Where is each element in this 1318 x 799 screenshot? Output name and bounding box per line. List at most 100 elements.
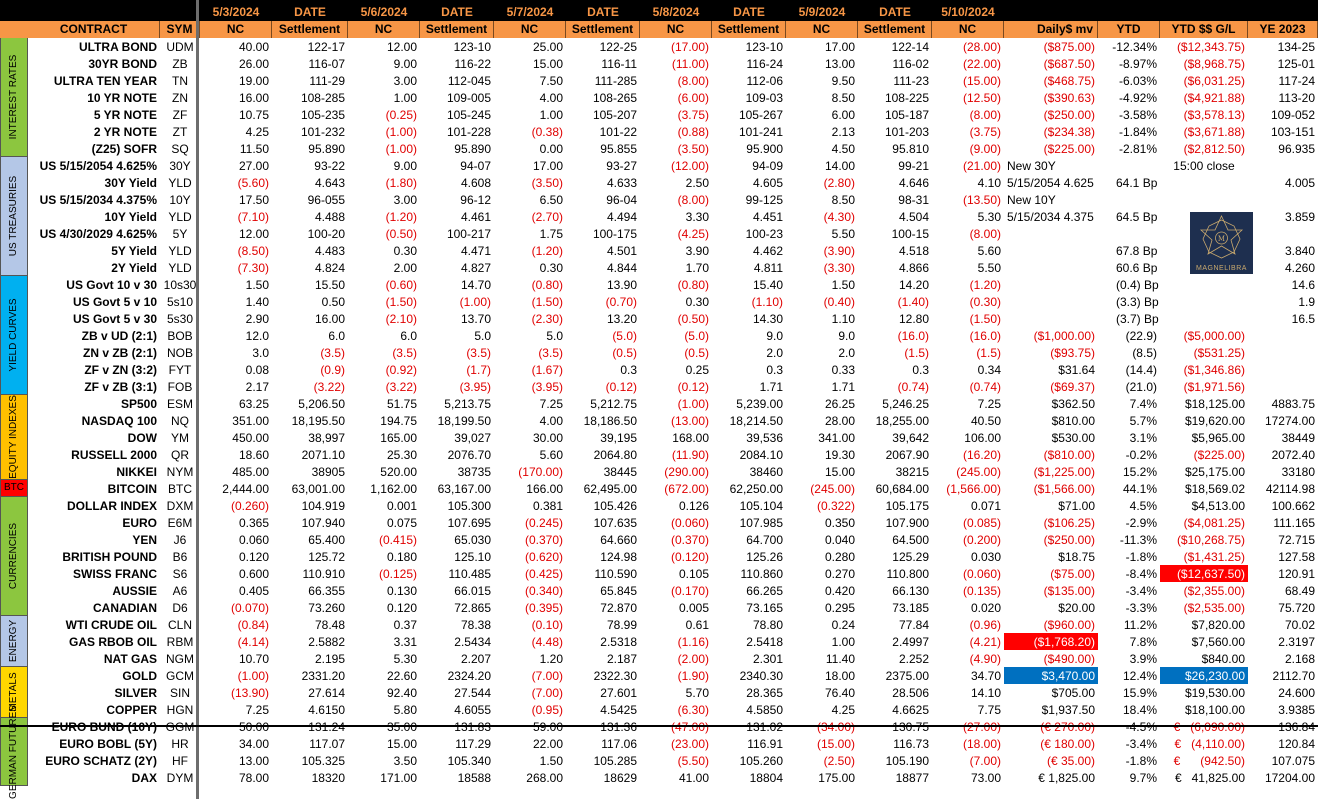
- cell-ytd[interactable]: -2.81%: [1098, 140, 1160, 157]
- cell-settle-4[interactable]: 123-10: [712, 38, 786, 55]
- cell-ytd-gl[interactable]: ($5,000.00): [1160, 327, 1248, 344]
- cell-nc-1[interactable]: 0.130: [348, 582, 420, 599]
- cell-sym[interactable]: NOB: [160, 344, 200, 361]
- cell-nc-1[interactable]: (0.125): [348, 565, 420, 582]
- cell-settle-5[interactable]: 2375.00: [858, 667, 932, 684]
- cell-daily-mv[interactable]: ($69.37): [1004, 378, 1098, 395]
- cell-settle-1[interactable]: 108-285: [272, 89, 348, 106]
- cell-settle-4[interactable]: 99-125: [712, 191, 786, 208]
- cell-ytd[interactable]: 9.7%: [1098, 769, 1160, 786]
- cell-contract[interactable]: NAT GAS: [30, 650, 160, 667]
- cell-settle-5[interactable]: 108-225: [858, 89, 932, 106]
- cell-ytd-gl[interactable]: $18,125.00: [1160, 395, 1248, 412]
- cell-contract[interactable]: US 4/30/2029 4.625%: [30, 225, 160, 242]
- cell-settle-1[interactable]: 104.919: [272, 497, 348, 514]
- cell-sym[interactable]: HGN: [160, 701, 200, 718]
- cell-settle-3[interactable]: (0.5): [566, 344, 640, 361]
- cell-nc-0[interactable]: 450.00: [200, 429, 272, 446]
- cell-ytd-gl[interactable]: [1160, 174, 1248, 191]
- cell-daily-mv[interactable]: [1004, 225, 1098, 242]
- cell-contract[interactable]: 30Y Yield: [30, 174, 160, 191]
- cell-settle-2[interactable]: 100-217: [420, 225, 494, 242]
- cell-contract[interactable]: NASDAQ 100: [30, 412, 160, 429]
- cell-settle-5[interactable]: 100-15: [858, 225, 932, 242]
- cell-settle-1[interactable]: 105-235: [272, 106, 348, 123]
- cell-daily-mv[interactable]: ($1,566.00): [1004, 480, 1098, 497]
- cell-sym[interactable]: UDM: [160, 38, 200, 55]
- cell-nc-3[interactable]: (4.25): [640, 225, 712, 242]
- cell-settle-2[interactable]: 117.29: [420, 735, 494, 752]
- cell-daily-mv[interactable]: ($135.00): [1004, 582, 1098, 599]
- header-nc-5[interactable]: NC: [932, 21, 1004, 38]
- cell-settle-5[interactable]: 2067.90: [858, 446, 932, 463]
- cell-nc-5[interactable]: (21.00): [932, 157, 1004, 174]
- cell-daily-mv[interactable]: [1004, 259, 1098, 276]
- cell-sym[interactable]: BTC: [160, 480, 200, 497]
- cell-nc-1[interactable]: 0.37: [348, 616, 420, 633]
- cell-nc-4[interactable]: 18.00: [786, 667, 858, 684]
- cell-ye2023[interactable]: 103-151: [1248, 123, 1318, 140]
- cell-settle-1[interactable]: 4.483: [272, 242, 348, 259]
- cell-contract[interactable]: 30YR BOND: [30, 55, 160, 72]
- header-ye2023[interactable]: YE 2023: [1248, 21, 1318, 38]
- cell-contract[interactable]: GOLD: [30, 667, 160, 684]
- cell-nc-1[interactable]: 6.0: [348, 327, 420, 344]
- cell-nc-0[interactable]: 26.00: [200, 55, 272, 72]
- cell-nc-5[interactable]: (8.00): [932, 225, 1004, 242]
- cell-ye2023[interactable]: 120.84: [1248, 735, 1318, 752]
- cell-sym[interactable]: B6: [160, 548, 200, 565]
- cell-nc-0[interactable]: 17.50: [200, 191, 272, 208]
- cell-settle-4[interactable]: 101-241: [712, 123, 786, 140]
- cell-ytd-gl[interactable]: ($2,355.00): [1160, 582, 1248, 599]
- cell-ye2023[interactable]: 107.075: [1248, 752, 1318, 769]
- cell-nc-2[interactable]: (7.00): [494, 667, 566, 684]
- cell-nc-3[interactable]: 3.90: [640, 242, 712, 259]
- cell-nc-1[interactable]: 12.00: [348, 38, 420, 55]
- cell-settle-4[interactable]: 110.860: [712, 565, 786, 582]
- cell-nc-4[interactable]: 0.270: [786, 565, 858, 582]
- cell-nc-1[interactable]: 0.180: [348, 548, 420, 565]
- cell-sym[interactable]: ZF: [160, 106, 200, 123]
- cell-ye2023[interactable]: 17274.00: [1248, 412, 1318, 429]
- cell-ytd[interactable]: (14.4): [1098, 361, 1160, 378]
- cell-settle-3[interactable]: 101-22: [566, 123, 640, 140]
- cell-daily-mv[interactable]: $705.00: [1004, 684, 1098, 701]
- cell-nc-3[interactable]: (0.060): [640, 514, 712, 531]
- cell-sym[interactable]: S6: [160, 565, 200, 582]
- cell-nc-2[interactable]: (0.425): [494, 565, 566, 582]
- cell-nc-2[interactable]: (0.80): [494, 276, 566, 293]
- cell-settle-1[interactable]: 38905: [272, 463, 348, 480]
- cell-settle-5[interactable]: 101-203: [858, 123, 932, 140]
- cell-settle-2[interactable]: (3.5): [420, 344, 494, 361]
- cell-sym[interactable]: CLN: [160, 616, 200, 633]
- cell-nc-1[interactable]: (1.20): [348, 208, 420, 225]
- cell-settle-3[interactable]: 107.635: [566, 514, 640, 531]
- cell-nc-0[interactable]: 18.60: [200, 446, 272, 463]
- cell-nc-2[interactable]: (0.340): [494, 582, 566, 599]
- cell-daily-mv[interactable]: $530.00: [1004, 429, 1098, 446]
- cell-nc-2[interactable]: 6.50: [494, 191, 566, 208]
- header-nc-3[interactable]: NC: [640, 21, 712, 38]
- cell-ytd[interactable]: (22.9): [1098, 327, 1160, 344]
- cell-ye2023[interactable]: [1248, 225, 1318, 242]
- cell-ytd-gl[interactable]: ($1,346.86): [1160, 361, 1248, 378]
- cell-settle-3[interactable]: 65.845: [566, 582, 640, 599]
- cell-contract[interactable]: ZN v ZB (2:1): [30, 344, 160, 361]
- cell-ytd-gl[interactable]: ($12,343.75): [1160, 38, 1248, 55]
- cell-ytd-gl[interactable]: € (4,110.00): [1160, 735, 1248, 752]
- cell-nc-4[interactable]: (2.80): [786, 174, 858, 191]
- cell-ytd[interactable]: -4.92%: [1098, 89, 1160, 106]
- cell-nc-4[interactable]: 1.50: [786, 276, 858, 293]
- cell-ytd-gl[interactable]: ($4,081.25): [1160, 514, 1248, 531]
- cell-settle-5[interactable]: 105.190: [858, 752, 932, 769]
- cell-nc-4[interactable]: 1.00: [786, 633, 858, 650]
- cell-contract[interactable]: SILVER: [30, 684, 160, 701]
- cell-ye2023[interactable]: 16.5: [1248, 310, 1318, 327]
- cell-settle-1[interactable]: 95.890: [272, 140, 348, 157]
- cell-ye2023[interactable]: 72.715: [1248, 531, 1318, 548]
- cell-nc-5[interactable]: (0.085): [932, 514, 1004, 531]
- cell-ytd-gl[interactable]: $25,175.00: [1160, 463, 1248, 480]
- cell-settle-3[interactable]: 13.20: [566, 310, 640, 327]
- cell-settle-5[interactable]: 73.185: [858, 599, 932, 616]
- cell-nc-4[interactable]: 0.295: [786, 599, 858, 616]
